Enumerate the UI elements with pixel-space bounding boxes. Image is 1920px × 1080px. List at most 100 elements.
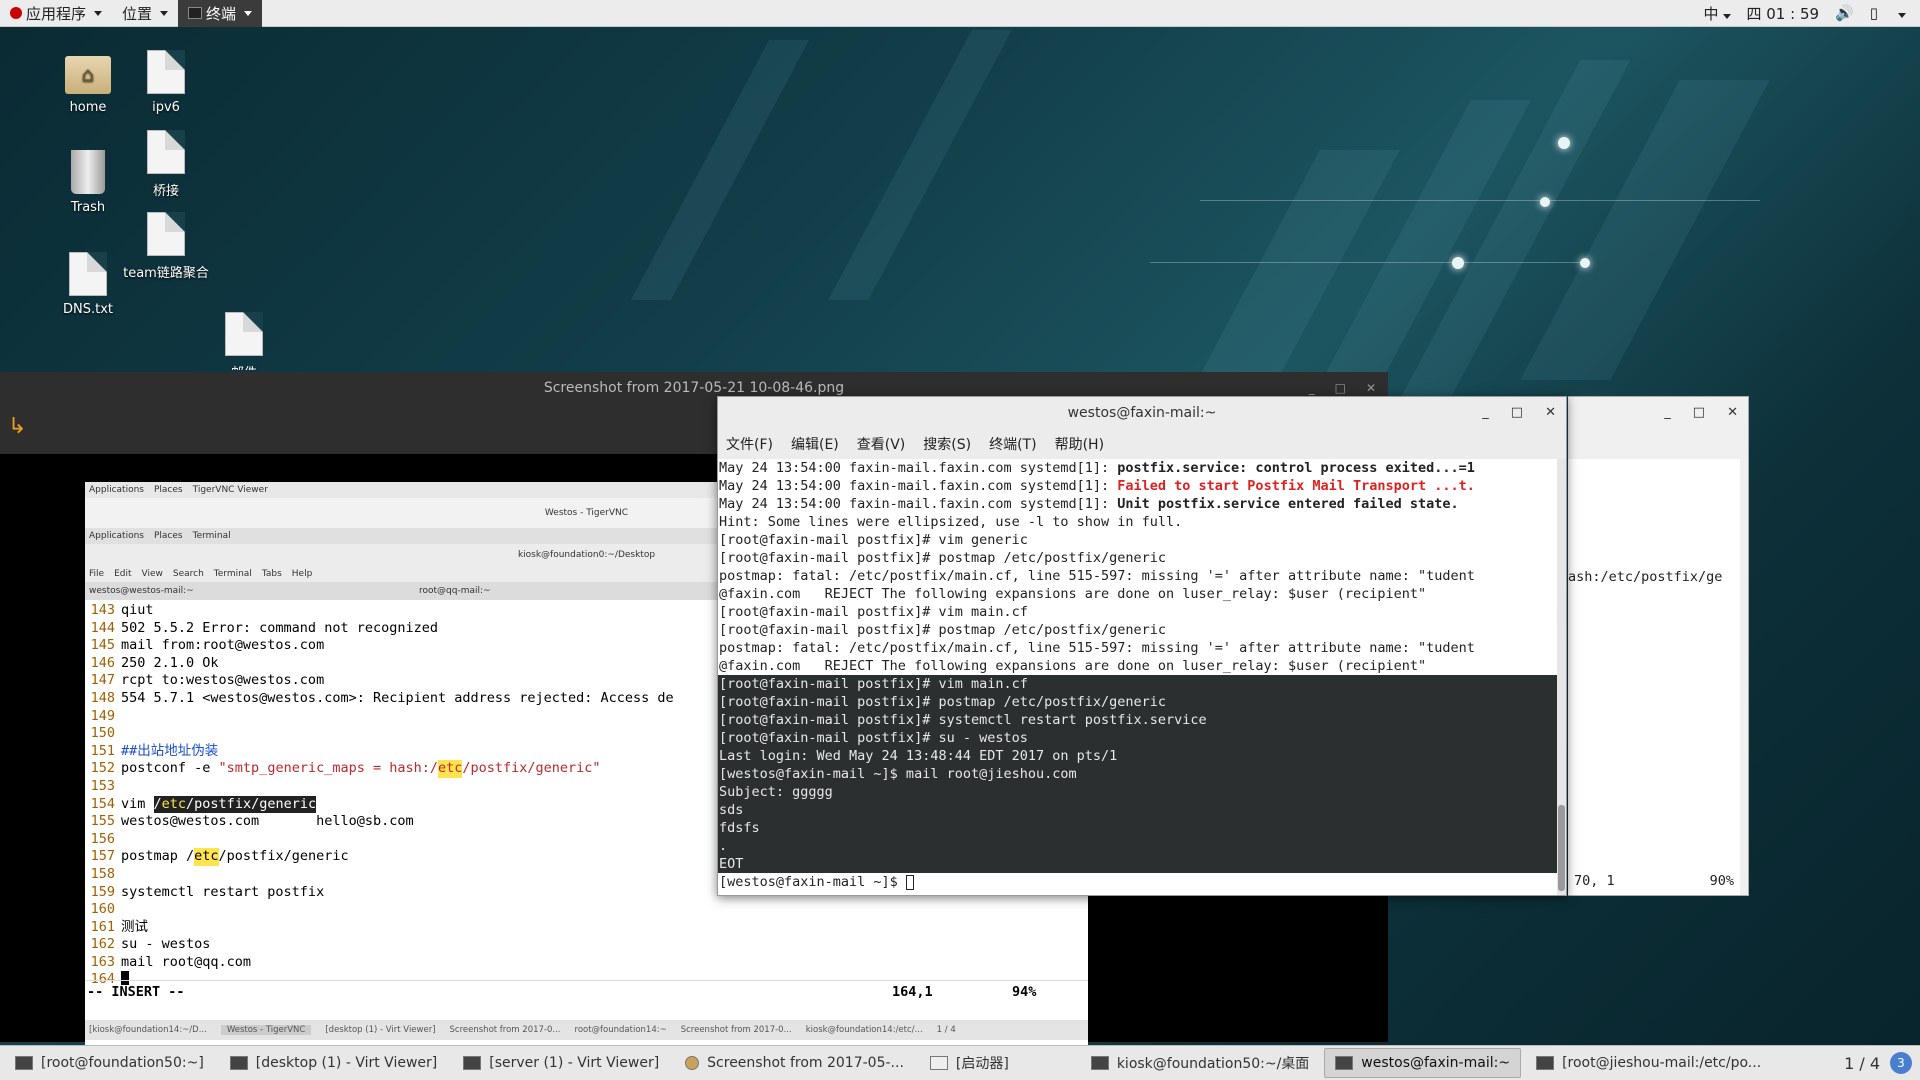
log-message: postfix.service: control process exited.… bbox=[1117, 460, 1475, 476]
desktop-icon-dns[interactable]: DNS.txt bbox=[43, 252, 133, 317]
desktop-icon-trash[interactable]: Trash bbox=[43, 150, 133, 215]
background-terminal-window[interactable]: _ □ ✕ ash:/etc/postfix/ge 70, 1 90% bbox=[1568, 396, 1749, 896]
background-terminal-body: ash:/etc/postfix/ge 70, 1 90% bbox=[1568, 459, 1740, 895]
line-text: postconf -e bbox=[121, 760, 219, 777]
line-text: mail root@qq.com bbox=[121, 953, 252, 970]
menu-file[interactable]: 文件(F) bbox=[726, 434, 773, 454]
launcher-icon bbox=[929, 1056, 948, 1070]
input-method-indicator[interactable]: 中 bbox=[1703, 3, 1731, 24]
places-menu-label: 位置 bbox=[122, 4, 153, 23]
editor-line: 160 bbox=[85, 901, 1088, 919]
terminal-line: [root@faxin-mail postfix]# vim main.cf bbox=[719, 676, 1028, 692]
menu-edit[interactable]: 编辑(E) bbox=[791, 434, 839, 454]
line-number: 158 bbox=[90, 865, 115, 882]
vnc-menu-help: Help bbox=[291, 569, 313, 579]
volume-icon[interactable]: 🔊 bbox=[1835, 4, 1854, 22]
desktop-icon-ipv6[interactable]: ipv6 bbox=[121, 50, 211, 115]
taskbar-item-label: [root@foundation50:~] bbox=[41, 1055, 204, 1071]
terminal-line: [root@faxin-mail postfix]# vim main.cf bbox=[719, 604, 1028, 620]
terminal-line: Hint: Some lines were ellipsized, use -l… bbox=[719, 514, 1183, 530]
menu-terminal[interactable]: 终端(T) bbox=[989, 434, 1036, 454]
desktop-icon-mail[interactable]: 邮件 bbox=[199, 312, 289, 370]
taskbar-item[interactable]: [root@jieshou-mail:/etc/po... bbox=[1525, 1048, 1772, 1078]
desktop-icon-label: 桥接 bbox=[152, 184, 179, 199]
desktop-icon-bridge[interactable]: 桥接 bbox=[121, 130, 211, 199]
clock[interactable]: 四 01 : 59 bbox=[1747, 3, 1820, 24]
vim-statusline: -- INSERT -- 164,1 94% bbox=[85, 980, 1088, 1002]
applications-menu[interactable]: 应用程序 bbox=[0, 0, 112, 27]
terminal-output[interactable]: May 24 13:54:00 faxin-mail.faxin.com sys… bbox=[718, 459, 1559, 895]
document-icon bbox=[147, 212, 185, 256]
menu-view[interactable]: 查看(V) bbox=[857, 434, 906, 454]
log-prefix: May 24 13:54:00 faxin-mail.faxin.com sys… bbox=[719, 460, 1118, 476]
close-button[interactable]: ✕ bbox=[1545, 397, 1556, 429]
taskbar-item[interactable]: [server (1) - Virt Viewer] bbox=[452, 1048, 670, 1078]
taskbar-item-active[interactable]: westos@faxin-mail:~ bbox=[1324, 1048, 1522, 1078]
terminal-line: [root@faxin-mail postfix]# postmap /etc/… bbox=[719, 550, 1167, 566]
battery-icon[interactable]: ▯ bbox=[1870, 4, 1878, 22]
terminal-line: [root@faxin-mail postfix]# vim generic bbox=[719, 532, 1028, 548]
taskbar-item[interactable]: [root@foundation50:~] bbox=[4, 1048, 215, 1078]
editor-line: 163 mail root@qq.com bbox=[85, 954, 1088, 972]
terminal-line: fdsfs bbox=[719, 820, 760, 836]
image-viewer-icon bbox=[685, 1056, 700, 1070]
virt-viewer-icon bbox=[463, 1056, 482, 1070]
places-menu[interactable]: 位置 bbox=[112, 0, 178, 27]
desktop-icon-home[interactable]: home bbox=[43, 50, 133, 115]
taskbar-item-label: Screenshot from 2017-05-... bbox=[707, 1055, 904, 1071]
close-button[interactable]: ✕ bbox=[1727, 397, 1738, 429]
comment-text: ##出站地址伪装 bbox=[121, 742, 219, 759]
terminal-line: . bbox=[719, 838, 728, 854]
terminal-window[interactable]: westos@faxin-mail:~ _ □ ✕ 文件(F) 编辑(E) 查看… bbox=[717, 396, 1567, 896]
scrollbar-thumb[interactable] bbox=[1558, 805, 1565, 891]
line-number: 157 bbox=[90, 848, 115, 865]
terminal-line: May 24 13:54:00 faxin-mail.faxin.com sys… bbox=[718, 495, 1559, 513]
vnc-task: [desktop (1) - Virt Viewer] bbox=[325, 1025, 436, 1035]
vnc-tab: root@qq-mail:~ bbox=[419, 586, 491, 596]
vnc-inner-apps: Applications bbox=[89, 531, 144, 541]
line-number: 151 bbox=[90, 742, 115, 759]
vnc-task: kiosk@foundation14:/etc/... bbox=[805, 1025, 923, 1035]
vnc-menu-view: View bbox=[141, 569, 163, 579]
minimize-button[interactable]: _ bbox=[1664, 397, 1671, 429]
taskbar-item[interactable]: [desktop (1) - Virt Viewer] bbox=[219, 1048, 448, 1078]
desktop-icon-label: 邮件 bbox=[199, 362, 289, 370]
taskbar-item[interactable]: [启动器] bbox=[919, 1048, 1020, 1078]
menu-help[interactable]: 帮助(H) bbox=[1055, 434, 1104, 454]
shell-prompt: [westos@faxin-mail ~]$ bbox=[719, 874, 906, 890]
rotate-arrow-icon[interactable]: ↳ bbox=[8, 414, 26, 439]
line-text: qiut bbox=[121, 602, 154, 618]
taskbar-item[interactable]: kiosk@foundation50:~/桌面 bbox=[1080, 1048, 1320, 1078]
log-prefix: May 24 13:54:00 faxin-mail.faxin.com sys… bbox=[719, 496, 1118, 512]
active-app-label: 终端 bbox=[206, 4, 237, 23]
line-number: 155 bbox=[90, 813, 115, 830]
editor-line: 162 su - westos bbox=[85, 936, 1088, 954]
system-menu[interactable] bbox=[1894, 4, 1906, 22]
terminal-icon bbox=[15, 1056, 33, 1070]
vnc-pager: 1 / 4 bbox=[936, 1025, 956, 1035]
maximize-button[interactable]: □ bbox=[1693, 397, 1705, 429]
line-text: su - westos bbox=[121, 936, 211, 953]
minimize-button[interactable]: _ bbox=[1482, 397, 1489, 429]
line-number: 149 bbox=[90, 707, 115, 724]
selected-text: etc bbox=[161, 795, 187, 814]
terminal-titlebar[interactable]: westos@faxin-mail:~ _ □ ✕ bbox=[718, 397, 1566, 429]
vnc-terminal-title-text: kiosk@foundation0:~/Desktop bbox=[517, 550, 656, 560]
notification-badge[interactable]: 3 bbox=[1890, 1052, 1912, 1074]
menu-search[interactable]: 搜索(S) bbox=[923, 434, 971, 454]
terminal-prompt-line[interactable]: [westos@faxin-mail ~]$ bbox=[718, 873, 1559, 891]
terminal-line: [root@faxin-mail postfix]# postmap /etc/… bbox=[719, 622, 1167, 638]
vnc-inner-terminal: Terminal bbox=[192, 531, 231, 541]
maximize-button[interactable]: □ bbox=[1511, 397, 1523, 429]
input-method-label: 中 bbox=[1703, 4, 1719, 23]
wallpaper-dot bbox=[1580, 258, 1590, 268]
background-scroll-percent: 90% bbox=[1709, 873, 1734, 889]
workspace-pager[interactable]: 1 / 4 3 bbox=[1844, 1052, 1920, 1074]
terminal-scrollbar[interactable] bbox=[1557, 459, 1566, 895]
chevron-down-icon bbox=[94, 10, 103, 16]
terminal-dark-region: [root@faxin-mail postfix]# vim main.cf [… bbox=[718, 675, 1559, 873]
active-app-menu[interactable]: 终端 bbox=[178, 0, 263, 27]
line-text: /postfix/generic bbox=[218, 848, 349, 865]
line-number: 144 bbox=[90, 619, 115, 636]
taskbar-item[interactable]: Screenshot from 2017-05-... bbox=[674, 1048, 915, 1078]
